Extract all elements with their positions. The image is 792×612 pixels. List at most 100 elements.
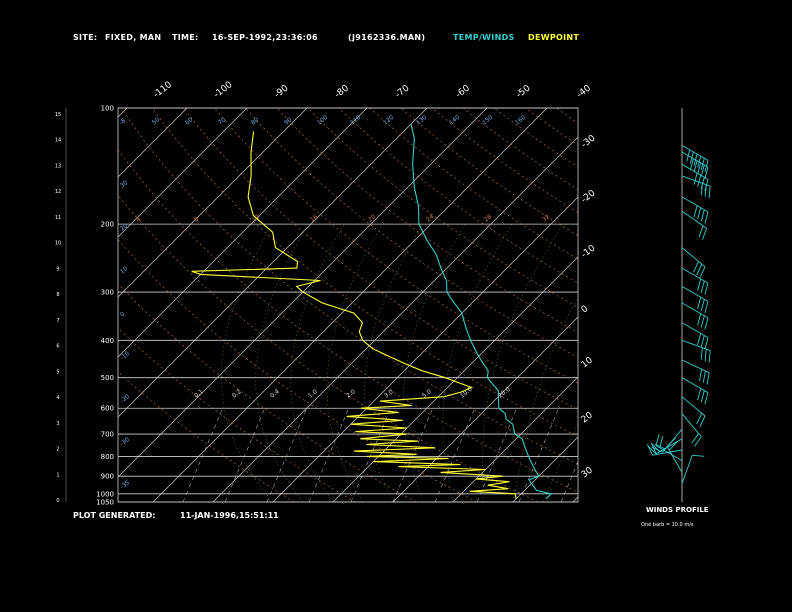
adiabat-label: 110 <box>349 114 362 127</box>
mixing-ratio-line <box>308 408 350 502</box>
mixing-ratio-line <box>560 461 578 502</box>
isotherm-right-label: -30 <box>580 133 598 150</box>
dry-adiabat <box>152 108 578 437</box>
height-tick: 5 <box>56 369 59 375</box>
wind-barb <box>681 196 709 224</box>
height-tick: 4 <box>56 395 59 401</box>
isotherm-top-label: -80 <box>333 83 351 100</box>
moist-adiabat <box>442 223 513 502</box>
dry-adiabat <box>619 108 792 502</box>
mixing-ratio-upper-label: 28 <box>483 213 493 223</box>
isotherm-top-label: -50 <box>515 83 533 100</box>
adiabat-label: -8 <box>118 117 127 126</box>
pressure-tick: 600 <box>101 405 114 413</box>
dry-adiabat <box>118 327 356 502</box>
isotherm-top-label: -60 <box>454 83 472 100</box>
adiabat-label: 60 <box>184 116 194 126</box>
pressure-tick: 300 <box>101 289 114 297</box>
isotherm-line <box>512 436 578 502</box>
mixing-ratio-upper-label: 4 <box>135 216 142 224</box>
wind-barb <box>681 247 706 278</box>
height-tick: 3 <box>56 421 59 427</box>
adiabat-label: 140 <box>448 114 461 127</box>
isotherm-line <box>118 108 128 118</box>
file-value: (J9162336.MAN) <box>348 33 426 42</box>
theta-left-label: -10 <box>119 350 131 362</box>
isotherm-line <box>392 316 578 502</box>
site-value: FIXED, MAN <box>105 33 162 42</box>
isotherm-right-label: -10 <box>580 243 598 260</box>
isotherm-line <box>212 136 578 502</box>
height-tick: 7 <box>56 318 59 324</box>
isotherm-line <box>118 108 428 418</box>
adiabat-label: 70 <box>217 116 227 126</box>
dry-adiabat <box>494 108 578 168</box>
plot-generated-label: PLOT GENERATED: <box>73 511 156 520</box>
pressure-tick: 500 <box>101 374 114 382</box>
moist-adiabat <box>290 223 345 502</box>
mixing-ratio-upper-label: 8 <box>193 216 200 224</box>
wind-barb <box>681 454 705 484</box>
dry-adiabat <box>431 108 578 213</box>
dry-adiabat <box>118 239 477 502</box>
pressure-tick: 100 <box>101 105 114 113</box>
dry-adiabat <box>307 108 578 308</box>
wind-barb <box>681 359 710 385</box>
dry-adiabat <box>369 108 578 260</box>
adiabat-label: 120 <box>382 114 395 127</box>
wind-barb <box>681 175 711 199</box>
mixing-ratio-upper-label: 16 <box>309 213 319 223</box>
isotherm-right-label: 10 <box>580 355 595 370</box>
dry-adiabat <box>588 108 792 502</box>
wind-barb <box>681 413 702 447</box>
mixing-ratio-line <box>182 408 224 502</box>
isotherm-right-label: -20 <box>580 188 598 205</box>
theta-left-label: -35 <box>119 479 131 491</box>
wind-barb <box>681 151 709 179</box>
dewpoint-profile-line <box>191 131 517 499</box>
isotherm-top-label: -40 <box>575 83 593 100</box>
dry-adiabat <box>338 108 578 284</box>
height-tick: 8 <box>56 292 59 298</box>
isotherm-line <box>572 496 578 502</box>
isotherm-line <box>452 376 578 502</box>
isotherm-right-label: 20 <box>580 410 595 425</box>
mixing-ratio-upper-label: 24 <box>425 213 435 223</box>
isotherm-line <box>118 108 188 178</box>
dry-adiabat <box>214 108 578 384</box>
theta-left-label: -30 <box>119 436 131 448</box>
adiabat-label: 160 <box>514 114 527 127</box>
pressure-tick: 700 <box>101 431 114 439</box>
adiabat-label: 150 <box>481 114 494 127</box>
height-tick: 12 <box>55 189 61 195</box>
mixing-ratio-upper-label: 20 <box>367 213 377 223</box>
theta-left-label: 30 <box>119 179 129 189</box>
mixing-ratio-upper-label: 32 <box>541 213 551 223</box>
plot-border <box>117 107 579 503</box>
pressure-tick: 1050 <box>96 499 114 507</box>
pressure-tick: 400 <box>101 337 114 345</box>
moist-adiabat <box>512 295 578 502</box>
pressure-tick: 200 <box>101 221 114 229</box>
adiabat-label: 100 <box>316 114 329 127</box>
time-label: TIME: <box>172 33 199 42</box>
dry-adiabat <box>400 108 578 236</box>
dry-adiabat <box>525 108 578 146</box>
moist-adiabat <box>542 422 578 502</box>
dry-adiabat <box>118 149 578 493</box>
height-tick: 2 <box>56 447 59 453</box>
mixing-ratio-line <box>518 408 560 502</box>
mixing-ratio-lower-label: 20.0 <box>497 386 512 400</box>
isotherm-top-label: -70 <box>394 83 412 100</box>
height-tick: 1 <box>56 472 59 478</box>
winds-profile-note: One barb = 10.0 m/s <box>641 522 694 528</box>
mixing-ratio-lower-label: 0.2 <box>231 388 243 400</box>
pressure-tick: 1000 <box>96 490 114 498</box>
winds-profile-title: WINDS PROFILE <box>646 506 709 514</box>
height-tick: 14 <box>55 138 61 144</box>
pressure-tick: 800 <box>101 453 114 461</box>
theta-left-label: 10 <box>119 265 129 275</box>
wind-barb <box>681 286 709 314</box>
wind-barb <box>681 267 709 295</box>
mixing-ratio-line <box>224 408 266 502</box>
